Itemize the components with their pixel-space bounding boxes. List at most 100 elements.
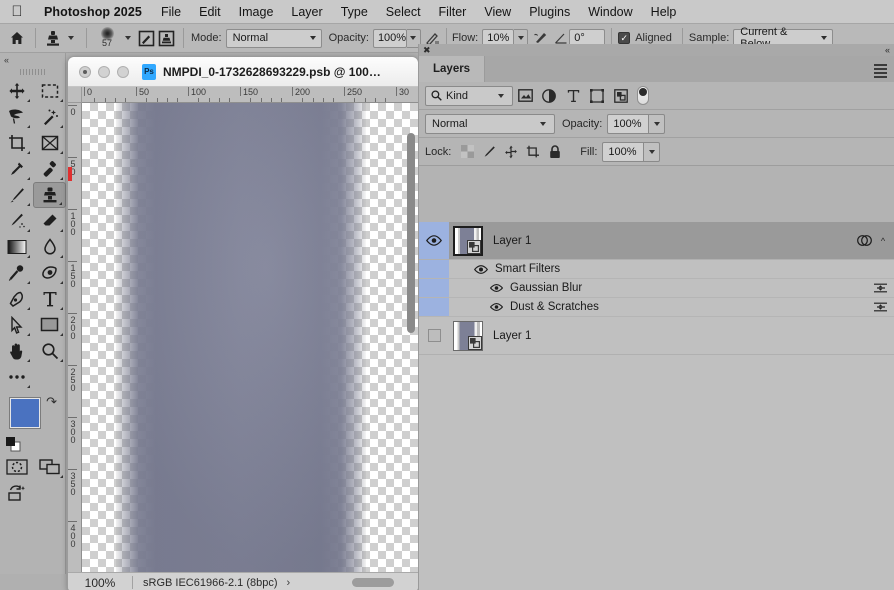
lock-image-pixels-icon[interactable]	[478, 141, 500, 163]
quick-mask-icon[interactable]	[0, 454, 33, 480]
screen-mode-icon[interactable]	[33, 454, 66, 480]
smart-filters-group[interactable]: Smart Filters	[419, 260, 894, 279]
layer-name[interactable]: Layer 1	[487, 222, 854, 259]
eyedropper-tool[interactable]	[0, 156, 33, 182]
canvas[interactable]	[82, 103, 418, 572]
panel-menu-icon[interactable]	[874, 64, 887, 80]
rectangle-tool[interactable]	[33, 312, 66, 338]
tools-panel-grip[interactable]	[0, 66, 65, 78]
brush-preset-chevron-down-icon[interactable]	[125, 36, 131, 40]
filter-visibility-toggle[interactable]	[482, 303, 510, 311]
vertical-ruler[interactable]: 0 50 100 150 200 250 300 350 400 45	[68, 103, 82, 590]
object-selection-tool[interactable]	[33, 104, 66, 130]
filter-adjustment-layers-icon[interactable]	[537, 85, 561, 107]
minimize-button[interactable]	[98, 66, 110, 78]
gradient-tool[interactable]	[0, 234, 33, 260]
fill-control[interactable]: 100%	[602, 142, 660, 162]
clone-stamp-tool[interactable]	[33, 182, 66, 208]
dodge-tool[interactable]	[0, 260, 33, 286]
blur-tool[interactable]	[33, 234, 66, 260]
move-tool[interactable]	[0, 78, 33, 104]
menu-image[interactable]: Image	[230, 5, 283, 19]
layer-visibility-toggle[interactable]	[419, 222, 449, 259]
menu-plugins[interactable]: Plugins	[520, 5, 579, 19]
menu-app-name[interactable]: Photoshop 2025	[34, 5, 152, 19]
menu-window[interactable]: Window	[579, 5, 641, 19]
maximize-button[interactable]	[117, 66, 129, 78]
brush-tool[interactable]	[0, 182, 33, 208]
path-selection-tool[interactable]	[0, 312, 33, 338]
lock-artboard-nesting-icon[interactable]	[522, 141, 544, 163]
close-button[interactable]	[79, 66, 91, 78]
ruler-corner[interactable]	[68, 87, 82, 103]
opacity-value[interactable]: 100%	[373, 29, 407, 48]
horizontal-ruler[interactable]: 0 50 100 150 200 250 30	[82, 87, 418, 103]
aligned-checkbox[interactable]: ✓	[618, 32, 630, 44]
sponge-tool[interactable]	[33, 260, 66, 286]
collapse-left-icon[interactable]: «	[0, 53, 65, 66]
more-tools-icon[interactable]	[0, 364, 33, 390]
menu-layer[interactable]: Layer	[282, 5, 331, 19]
eraser-tool[interactable]	[33, 208, 66, 234]
home-icon[interactable]	[6, 27, 28, 49]
filter-visibility-toggle[interactable]	[482, 284, 510, 292]
fill-stepper[interactable]	[644, 142, 660, 162]
list-item[interactable]: Gaussian Blur	[419, 279, 894, 298]
menu-select[interactable]: Select	[377, 5, 430, 19]
zoom-level[interactable]: 100%	[68, 576, 132, 590]
generative-fill-icon[interactable]	[0, 480, 33, 506]
smart-filters-visibility-toggle[interactable]	[467, 265, 495, 274]
list-item[interactable]: Dust & Scratches	[419, 298, 894, 317]
spot-healing-brush-tool[interactable]	[33, 156, 66, 182]
chevron-right-icon[interactable]: ›	[287, 577, 291, 589]
menu-edit[interactable]: Edit	[190, 5, 230, 19]
layer-thumbnail[interactable]	[449, 222, 487, 259]
default-colors-icon[interactable]	[6, 437, 21, 452]
clone-source-icon[interactable]	[156, 27, 176, 49]
tool-preset-chevron-down-icon[interactable]	[68, 36, 74, 40]
layer-thumbnail[interactable]	[449, 317, 487, 354]
lasso-tool[interactable]	[0, 104, 33, 130]
layer-opacity-control[interactable]: 100%	[607, 114, 665, 134]
vertical-scrollbar-thumb[interactable]	[407, 133, 415, 333]
filter-pixel-layers-icon[interactable]	[513, 85, 537, 107]
apple-logo-icon[interactable]: 	[8, 3, 26, 21]
vertical-scrollbar[interactable]	[405, 105, 417, 570]
brush-preset-picker[interactable]: 57	[94, 29, 120, 48]
fill-value[interactable]: 100%	[602, 142, 644, 162]
table-row[interactable]: Layer 1 ^	[419, 222, 894, 260]
lock-all-icon[interactable]	[544, 141, 566, 163]
type-tool[interactable]	[33, 286, 66, 312]
filter-enable-toggle[interactable]	[637, 86, 649, 105]
rectangular-marquee-tool[interactable]	[33, 78, 66, 104]
filter-shape-layers-icon[interactable]	[585, 85, 609, 107]
table-row[interactable]: Layer 1	[419, 317, 894, 355]
blend-mode-select[interactable]: Normal	[226, 29, 322, 48]
tab-layers[interactable]: Layers	[419, 56, 485, 82]
filter-type-layers-icon[interactable]	[561, 85, 585, 107]
foreground-color-swatch[interactable]	[10, 398, 40, 428]
swap-colors-icon[interactable]: ↷	[46, 394, 57, 410]
smart-filters-badge-icon[interactable]	[854, 234, 874, 247]
menu-filter[interactable]: Filter	[430, 5, 476, 19]
expand-panels-icon[interactable]: «	[885, 46, 890, 55]
lock-position-icon[interactable]	[500, 141, 522, 163]
layer-blend-mode-select[interactable]: Normal	[425, 114, 555, 134]
document-title-bar[interactable]: Ps NMPDI_0-1732628693229.psb @ 100…	[68, 57, 418, 87]
layer-visibility-toggle[interactable]	[419, 317, 449, 354]
filter-blending-options-icon[interactable]	[866, 301, 894, 313]
resize-grip-icon[interactable]	[352, 578, 394, 587]
layer-name[interactable]: Layer 1	[487, 317, 894, 354]
layer-opacity-stepper[interactable]	[649, 114, 665, 134]
filter-kind-select[interactable]: Kind	[425, 86, 513, 106]
close-icon[interactable]: ✖	[423, 46, 431, 55]
lock-transparent-pixels-icon[interactable]	[456, 141, 478, 163]
layer-opacity-value[interactable]: 100%	[607, 114, 649, 134]
hand-tool[interactable]	[0, 338, 33, 364]
filter-blending-options-icon[interactable]	[866, 282, 894, 294]
filter-smart-objects-icon[interactable]	[609, 85, 633, 107]
zoom-tool[interactable]	[33, 338, 66, 364]
crop-tool[interactable]	[0, 130, 33, 156]
clone-stamp-icon[interactable]	[43, 27, 63, 49]
menu-help[interactable]: Help	[642, 5, 686, 19]
